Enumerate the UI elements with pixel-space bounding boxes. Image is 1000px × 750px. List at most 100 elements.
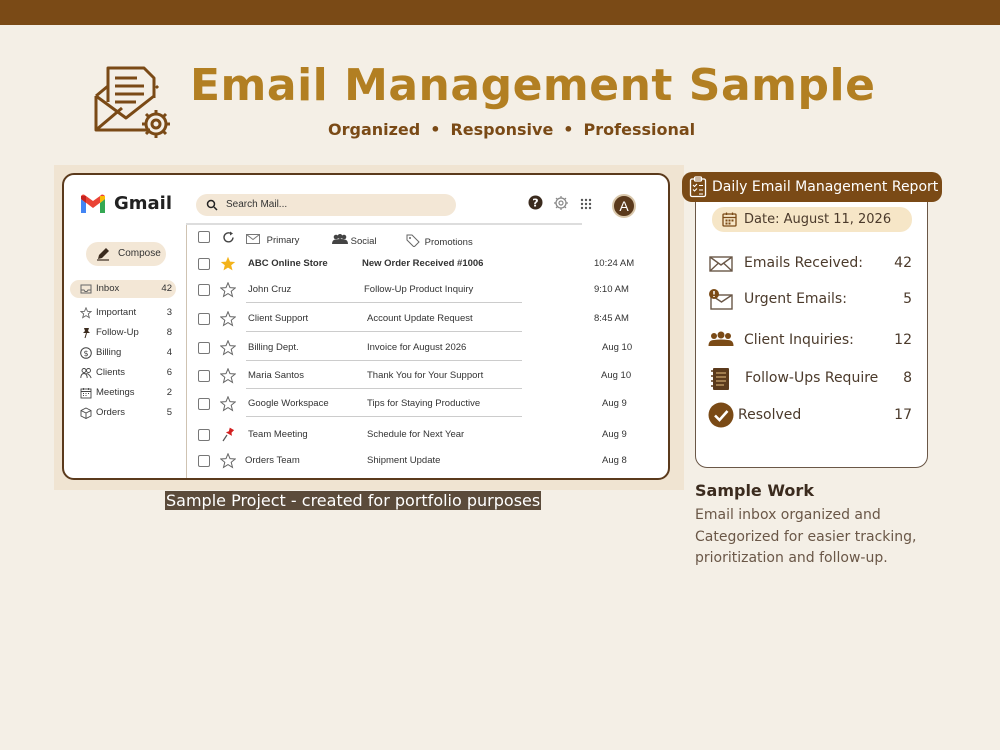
tagline-item: Organized <box>328 120 421 139</box>
sidebar-item-billing[interactable]: $ Billing 4 <box>70 344 176 362</box>
email-date: Aug 10 <box>601 370 632 381</box>
email-date: Aug 9 <box>602 398 627 409</box>
email-subject: Invoice for August 2026 <box>367 342 467 353</box>
report-date-text: Date: August 11, 2026 <box>744 212 892 227</box>
pin-icon <box>83 328 90 339</box>
email-subject: Schedule for Next Year <box>367 429 465 440</box>
select-all-checkbox[interactable] <box>198 231 210 243</box>
star-icon[interactable] <box>220 453 236 469</box>
email-row[interactable]: ABC Online Store New Order Received #100… <box>198 251 638 277</box>
search-placeholder: Search Mail... <box>226 199 288 210</box>
calendar-icon <box>722 212 737 227</box>
email-row[interactable]: Client Support Account Update Request 8:… <box>198 306 638 332</box>
email-date: 9:10 AM <box>594 284 629 295</box>
email-row[interactable]: Billing Dept. Invoice for August 2026 Au… <box>198 335 638 361</box>
email-row[interactable]: Team Meeting Schedule for Next Year Aug … <box>198 422 638 448</box>
stat-label: Urgent Emails: <box>744 291 847 307</box>
sidebar-item-label: Inbox <box>96 283 120 294</box>
email-date: Aug 10 <box>602 342 633 353</box>
star-icon[interactable] <box>220 396 236 412</box>
email-date: Aug 8 <box>602 455 627 466</box>
star-icon[interactable] <box>220 282 236 298</box>
pushpin-icon[interactable] <box>220 427 236 443</box>
envelope-icon <box>709 256 733 272</box>
help-icon[interactable]: ? <box>528 195 543 210</box>
stat-client-inquiries: Client Inquiries: 12 <box>708 327 914 353</box>
row-checkbox[interactable] <box>198 429 210 441</box>
settings-icon[interactable] <box>553 195 569 211</box>
sidebar-item-meetings[interactable]: Meetings 2 <box>70 384 176 402</box>
sidebar-item-count: 4 <box>166 347 172 358</box>
star-icon[interactable] <box>220 340 236 356</box>
star-icon <box>80 307 92 319</box>
people-icon <box>80 368 92 379</box>
sidebar-item-count: 5 <box>166 407 172 418</box>
star-filled-icon[interactable] <box>220 256 236 272</box>
email-sender: Orders Team <box>245 455 300 466</box>
sidebar-item-label: Orders <box>96 407 126 418</box>
tagline-item: Responsive <box>450 120 554 139</box>
email-row[interactable]: John Cruz Follow-Up Product Inquiry 9:10… <box>198 277 638 303</box>
row-divider <box>246 331 522 332</box>
row-checkbox[interactable] <box>198 455 210 467</box>
people-icon <box>332 234 348 244</box>
tab-social[interactable]: Social <box>332 234 377 247</box>
avatar[interactable]: A <box>612 194 636 218</box>
report-title: Daily Email Management Report <box>712 179 939 195</box>
search-input[interactable]: Search Mail... <box>196 194 456 216</box>
box-icon <box>80 407 92 419</box>
sidebar-item-count: 6 <box>166 367 172 378</box>
email-sender: Billing Dept. <box>248 342 299 353</box>
sidebar-item-count: 42 <box>161 283 172 294</box>
star-icon[interactable] <box>220 368 236 384</box>
sample-caption: Sample Project - created for portfolio p… <box>165 491 542 510</box>
email-sender: Client Support <box>248 313 309 324</box>
row-checkbox[interactable] <box>198 342 210 354</box>
envelope-icon <box>246 234 260 244</box>
sidebar-item-important[interactable]: Important 3 <box>70 304 176 322</box>
divider <box>186 223 582 225</box>
tab-primary[interactable]: Primary <box>246 234 299 246</box>
row-divider <box>246 302 522 303</box>
star-icon[interactable] <box>220 311 236 327</box>
email-row[interactable]: Maria Santos Thank You for Your Support … <box>198 363 638 389</box>
sidebar-item-label: Clients <box>96 367 126 378</box>
tab-promotions[interactable]: Promotions <box>406 234 473 248</box>
calendar-icon <box>80 388 92 399</box>
row-checkbox[interactable] <box>198 258 210 270</box>
row-checkbox[interactable] <box>198 284 210 296</box>
email-sender: Google Workspace <box>248 398 329 409</box>
row-checkbox[interactable] <box>198 398 210 410</box>
row-checkbox[interactable] <box>198 370 210 382</box>
sidebar-item-label: Important <box>96 307 137 318</box>
report-date: Date: August 11, 2026 <box>712 207 912 232</box>
email-row[interactable]: Google Workspace Tips for Staying Produc… <box>198 391 638 417</box>
sidebar-item-follow-up[interactable]: Follow-Up 8 <box>70 324 176 342</box>
email-sender: Maria Santos <box>248 370 304 381</box>
gmail-window: Gmail Search Mail... ? A Compose Inbox 4… <box>62 173 670 480</box>
stat-value: 8 <box>903 370 912 386</box>
email-settings-icon <box>94 66 170 138</box>
email-subject: Shipment Update <box>367 455 441 466</box>
row-divider <box>246 360 522 361</box>
stat-label: Client Inquiries: <box>744 332 854 348</box>
email-date: Aug 9 <box>602 429 627 440</box>
row-checkbox[interactable] <box>198 313 210 325</box>
stat-label: Emails Received: <box>744 255 863 271</box>
sidebar-item-orders[interactable]: Orders 5 <box>70 404 176 422</box>
compose-button[interactable]: Compose <box>86 242 166 266</box>
sidebar-item-count: 3 <box>166 307 172 318</box>
svg-text:$: $ <box>83 349 88 358</box>
sidebar-item-clients[interactable]: Clients 6 <box>70 364 176 382</box>
refresh-icon[interactable] <box>222 231 235 244</box>
stat-emails-received: Emails Received: 42 <box>708 250 914 276</box>
sample-work-title: Sample Work <box>695 481 814 500</box>
sidebar-item-inbox[interactable]: Inbox 42 <box>70 280 176 298</box>
apps-grid-icon[interactable] <box>580 198 592 210</box>
check-circle-icon <box>708 402 734 428</box>
email-row[interactable]: Orders Team Shipment Update Aug 8 <box>198 448 638 474</box>
report-header: Daily Email Management Report <box>682 172 942 202</box>
sidebar-item-count: 8 <box>166 327 172 338</box>
top-bar <box>0 0 1000 25</box>
sidebar-item-label: Meetings <box>96 387 135 398</box>
